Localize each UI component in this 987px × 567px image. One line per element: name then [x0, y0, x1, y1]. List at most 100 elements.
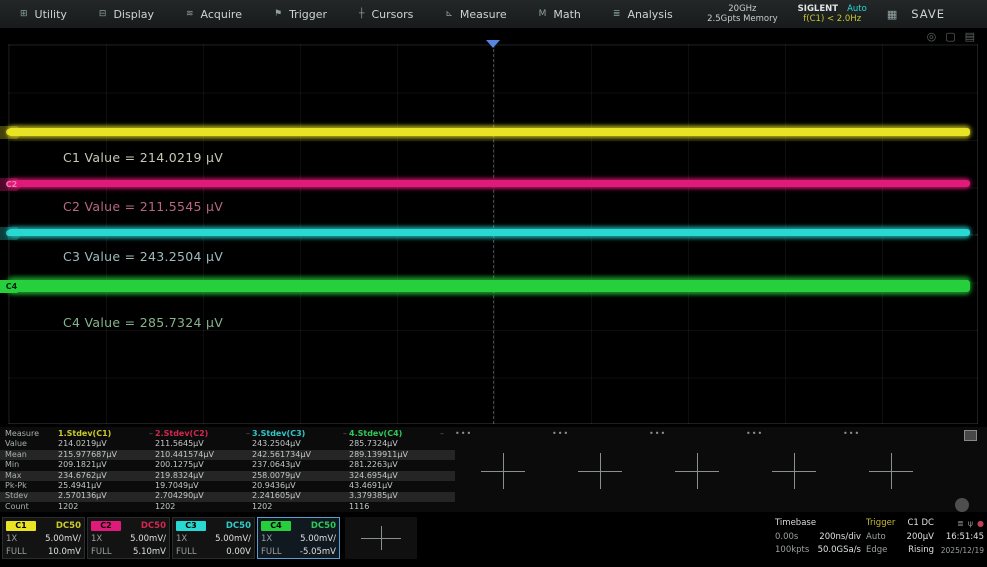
notes-icon[interactable]: ▤	[965, 30, 975, 43]
menu-label: Trigger	[289, 8, 327, 21]
acquisition-mode-badge: Auto	[847, 4, 867, 14]
expand-panel-icon[interactable]	[964, 430, 977, 441]
menu-bar: ⊞ Utility ⊟ Display ≋ Acquire ⚑ Trigger …	[0, 0, 987, 28]
empty-measure-slot[interactable]: •••	[649, 429, 746, 439]
menu-label: Math	[553, 8, 581, 21]
menu-item-analysis[interactable]: ≣ Analysis	[613, 8, 673, 21]
c1-value-label: C1 Value = 214.0219 μV	[63, 150, 223, 165]
menu-label: Utility	[35, 8, 67, 21]
c4-value-label: C4 Value = 285.7324 μV	[63, 315, 223, 330]
empty-measure-slot[interactable]: •••	[843, 429, 940, 439]
coupling-readout: DC50	[56, 521, 81, 531]
menu-label: Analysis	[627, 8, 672, 21]
bandwidth-readout: 20GHz	[707, 4, 778, 14]
c2-tag: C2	[91, 521, 121, 531]
add-measurement-icon[interactable]	[481, 453, 525, 489]
measure-panel: MeasureValue MeanMin MaxPk-Pk StdevCount…	[0, 427, 987, 512]
measure-icon: ⊾	[445, 9, 453, 19]
menu-item-trigger[interactable]: ⚑ Trigger	[274, 8, 327, 21]
menu-list-icon[interactable]: ≣	[957, 517, 964, 531]
trigger-box[interactable]: Trigger C1 DC Auto 200μV Edge Rising	[866, 517, 934, 558]
collapse-icon[interactable]: –	[149, 429, 153, 439]
acquisition-status[interactable]: 20GHz 2.5Gpts Memory	[707, 4, 778, 24]
date-readout: 2025/12/19	[938, 544, 984, 558]
c3-trace	[8, 229, 970, 236]
measure-row-labels: MeasureValue MeanMin MaxPk-Pk StdevCount	[5, 429, 39, 512]
c2-value-label: C2 Value = 211.5545 μV	[63, 199, 223, 214]
save-icon: ▦	[887, 8, 897, 21]
clock-box: ≣ ψ ● 16:51:45 2025/12/19	[938, 517, 984, 558]
trigger-slope: Rising	[908, 544, 934, 558]
panel-scroll-handle[interactable]	[955, 498, 969, 512]
display-toolbar: ◎ ▢ ▤	[927, 30, 975, 43]
math-icon: M	[539, 9, 547, 19]
measure-slot-header[interactable]: 2.Stdev(C2)	[155, 429, 252, 439]
collapse-icon[interactable]: –	[246, 429, 250, 439]
c3-value-label: C3 Value = 243.2504 μV	[63, 249, 223, 264]
brand-status[interactable]: SIGLENT Auto f(C1) < 2.0Hz	[798, 4, 867, 24]
save-button[interactable]: ▦ SAVE	[887, 7, 945, 21]
fullscreen-icon[interactable]: ▢	[945, 30, 955, 43]
empty-measure-slot[interactable]: •••	[455, 429, 552, 439]
measure-slot-header[interactable]: 1.Stdev(C1)	[58, 429, 155, 439]
oscilloscope-screen: ⊞ Utility ⊟ Display ≋ Acquire ⚑ Trigger …	[0, 0, 987, 567]
display-icon: ⊟	[99, 9, 107, 19]
add-measurement-icon[interactable]	[772, 453, 816, 489]
brand-logo: SIGLENT	[798, 4, 838, 14]
c4-trace	[8, 280, 970, 292]
menu-label: Acquire	[201, 8, 242, 21]
empty-measure-slot[interactable]: •••	[746, 429, 843, 439]
coupling-readout: DC50	[226, 521, 251, 531]
add-channel-icon	[361, 526, 401, 550]
measure-slot-3: 3.Stdev(C3) 243.2504μV 242.561734μV 237.…	[252, 429, 349, 512]
acquire-icon: ≋	[186, 9, 194, 19]
collapse-icon[interactable]: –	[343, 429, 347, 439]
add-channel-box[interactable]	[345, 517, 417, 559]
c2-trace	[8, 180, 970, 187]
time-readout: 16:51:45	[938, 531, 984, 545]
menu-item-display[interactable]: ⊟ Display	[99, 8, 154, 21]
trigger-level: 200μV	[907, 531, 934, 545]
save-label: SAVE	[911, 7, 945, 21]
measure-slot-header[interactable]: 3.Stdev(C3)	[252, 429, 349, 439]
menu-item-math[interactable]: M Math	[539, 8, 581, 21]
channel-box-c4[interactable]: C4 DC50 1X 5.00mV/ FULL -5.05mV	[257, 517, 340, 559]
cursors-icon: ┼	[359, 9, 364, 19]
add-measurement-icon[interactable]	[675, 453, 719, 489]
c1-trace	[8, 128, 970, 136]
menu-item-cursors[interactable]: ┼ Cursors	[359, 8, 413, 21]
empty-measure-slot[interactable]: •••	[552, 429, 649, 439]
lock-icon[interactable]: ●	[977, 517, 984, 531]
utility-icon: ⊞	[20, 9, 28, 19]
menu-item-measure[interactable]: ⊾ Measure	[445, 8, 506, 21]
timebase-box[interactable]: Timebase 0.00s 200ns/div 100kpts 50.0GSa…	[775, 517, 861, 558]
channel-box-c3[interactable]: C3 DC50 1X 5.00mV/ FULL 0.00V	[172, 517, 255, 559]
channel-box-c2[interactable]: C2 DC50 1X 5.00mV/ FULL 5.10mV	[87, 517, 170, 559]
coupling-readout: DC50	[141, 521, 166, 531]
add-measurement-icon[interactable]	[578, 453, 622, 489]
collapse-icon[interactable]: –	[440, 429, 444, 439]
frequency-counter: f(C1) < 2.0Hz	[798, 14, 867, 24]
menu-item-utility[interactable]: ⊞ Utility	[20, 8, 67, 21]
trigger-source: C1 DC	[907, 517, 934, 531]
channel-box-c1[interactable]: C1 DC50 1X 5.00mV/ FULL 10.0mV	[2, 517, 85, 559]
menu-label: Cursors	[371, 8, 413, 21]
menu-label: Measure	[460, 8, 507, 21]
trigger-position-marker[interactable]	[486, 40, 500, 48]
analysis-icon: ≣	[613, 9, 621, 19]
coupling-readout: DC50	[311, 521, 336, 531]
usb-icon[interactable]: ψ	[968, 517, 973, 531]
measure-slot-1: 1.Stdev(C1) 214.0219μV 215.977687μV 209.…	[58, 429, 155, 512]
c4-tag: C4	[261, 521, 291, 531]
screenshot-icon[interactable]: ◎	[927, 30, 937, 43]
add-measurement-icon[interactable]	[869, 453, 913, 489]
c3-tag: C3	[176, 521, 206, 531]
memory-readout: 2.5Gpts Memory	[707, 14, 778, 24]
menu-item-acquire[interactable]: ≋ Acquire	[186, 8, 242, 21]
measure-slot-4: 4.Stdev(C4) 285.7324μV 289.139911μV 281.…	[349, 429, 446, 512]
trigger-flag-icon: ⚑	[274, 9, 282, 19]
c1-tag: C1	[6, 521, 36, 531]
measure-slot-2: 2.Stdev(C2) 211.5645μV 210.441574μV 200.…	[155, 429, 252, 512]
measure-slot-header[interactable]: 4.Stdev(C4)	[349, 429, 446, 439]
menu-label: Display	[113, 8, 154, 21]
